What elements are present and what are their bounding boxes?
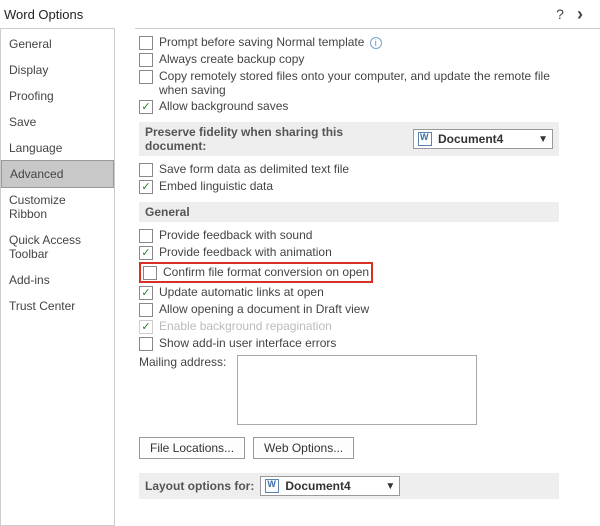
label-feedback-animation: Provide feedback with animation — [159, 245, 332, 259]
opt-backup-copy: Always create backup copy — [139, 52, 598, 67]
web-options-button[interactable]: Web Options... — [253, 437, 354, 459]
section-layout-options: Layout options for: Document4 ▼ — [139, 473, 559, 499]
opt-show-addin-errors: Show add-in user interface errors — [139, 336, 598, 351]
file-locations-button[interactable]: File Locations... — [139, 437, 245, 459]
opt-confirm-conversion: Confirm file format conversion on open — [139, 262, 598, 283]
label-background-repagination: Enable background repagination — [159, 319, 332, 333]
label-embed-linguistic: Embed linguistic data — [159, 179, 273, 193]
opt-background-saves: Allow background saves — [139, 99, 598, 114]
sidebar-item-save[interactable]: Save — [1, 109, 114, 135]
sidebar-item-quick-access[interactable]: Quick Access Toolbar — [1, 227, 114, 267]
opt-feedback-sound: Provide feedback with sound — [139, 228, 598, 243]
label-feedback-sound: Provide feedback with sound — [159, 228, 312, 242]
heading-general: General — [145, 205, 190, 219]
checkbox-background-repagination — [139, 320, 153, 334]
opt-prompt-normal: Prompt before saving Normal template i — [139, 35, 598, 50]
label-show-addin-errors: Show add-in user interface errors — [159, 336, 336, 350]
opt-update-auto-links: Update automatic links at open — [139, 285, 598, 300]
checkbox-save-form-data[interactable] — [139, 163, 153, 177]
layout-document-dropdown[interactable]: Document4 ▼ — [260, 476, 400, 496]
info-icon[interactable]: i — [370, 37, 382, 49]
label-allow-draft: Allow opening a document in Draft view — [159, 302, 369, 316]
checkbox-update-auto-links[interactable] — [139, 286, 153, 300]
sidebar-item-advanced[interactable]: Advanced — [1, 160, 114, 188]
layout-document-name: Document4 — [285, 479, 350, 493]
sidebar-item-general[interactable]: General — [1, 31, 114, 57]
checkbox-prompt-normal[interactable] — [139, 36, 153, 50]
general-buttons: File Locations... Web Options... — [139, 437, 598, 459]
opt-copy-remote: Copy remotely stored files onto your com… — [139, 69, 598, 97]
word-document-icon — [265, 479, 279, 493]
highlight-confirm-conversion: Confirm file format conversion on open — [139, 262, 373, 283]
heading-preserve-fidelity: Preserve fidelity when sharing this docu… — [145, 125, 401, 153]
sidebar-item-addins[interactable]: Add-ins — [1, 267, 114, 293]
opt-background-repagination: Enable background repagination — [139, 319, 598, 334]
fidelity-document-name: Document4 — [438, 132, 503, 146]
help-button[interactable]: ? — [550, 6, 570, 22]
category-sidebar: General Display Proofing Save Language A… — [0, 28, 115, 526]
window-title: Word Options — [4, 7, 550, 22]
label-update-auto-links: Update automatic links at open — [159, 285, 324, 299]
label-background-saves: Allow background saves — [159, 99, 288, 113]
dialog-body: General Display Proofing Save Language A… — [0, 28, 600, 526]
section-preserve-fidelity: Preserve fidelity when sharing this docu… — [139, 122, 559, 156]
checkbox-show-addin-errors[interactable] — [139, 337, 153, 351]
sidebar-item-display[interactable]: Display — [1, 57, 114, 83]
label-backup-copy: Always create backup copy — [159, 52, 304, 66]
title-bar: Word Options ? › — [0, 0, 600, 28]
chevron-down-icon: ▼ — [385, 481, 395, 492]
section-general: General — [139, 202, 559, 222]
checkbox-backup-copy[interactable] — [139, 53, 153, 67]
checkbox-allow-draft[interactable] — [139, 303, 153, 317]
fidelity-document-dropdown[interactable]: Document4 ▼ — [413, 129, 553, 149]
mailing-address-input[interactable] — [237, 355, 477, 425]
main-panel: Prompt before saving Normal template i A… — [135, 28, 600, 526]
label-prompt-normal: Prompt before saving Normal template — [159, 35, 364, 49]
label-confirm-conversion: Confirm file format conversion on open — [163, 265, 369, 279]
sidebar-item-customize-ribbon[interactable]: Customize Ribbon — [1, 187, 114, 227]
checkbox-confirm-conversion[interactable] — [143, 266, 157, 280]
opt-save-form-data: Save form data as delimited text file — [139, 162, 598, 177]
checkbox-background-saves[interactable] — [139, 100, 153, 114]
word-document-icon — [418, 132, 432, 146]
label-mailing-address: Mailing address: — [139, 355, 231, 369]
checkbox-embed-linguistic[interactable] — [139, 180, 153, 194]
mailing-address-row: Mailing address: — [139, 355, 598, 425]
sidebar-item-trust-center[interactable]: Trust Center — [1, 293, 114, 319]
checkbox-feedback-sound[interactable] — [139, 229, 153, 243]
checkbox-feedback-animation[interactable] — [139, 246, 153, 260]
opt-allow-draft: Allow opening a document in Draft view — [139, 302, 598, 317]
sidebar-item-proofing[interactable]: Proofing — [1, 83, 114, 109]
heading-layout-options: Layout options for: — [145, 479, 254, 493]
next-button[interactable]: › — [570, 4, 590, 25]
checkbox-copy-remote[interactable] — [139, 70, 153, 84]
label-copy-remote: Copy remotely stored files onto your com… — [159, 69, 559, 97]
opt-embed-linguistic: Embed linguistic data — [139, 179, 598, 194]
chevron-down-icon: ▼ — [538, 134, 548, 145]
sidebar-item-language[interactable]: Language — [1, 135, 114, 161]
opt-feedback-animation: Provide feedback with animation — [139, 245, 598, 260]
label-save-form-data: Save form data as delimited text file — [159, 162, 349, 176]
